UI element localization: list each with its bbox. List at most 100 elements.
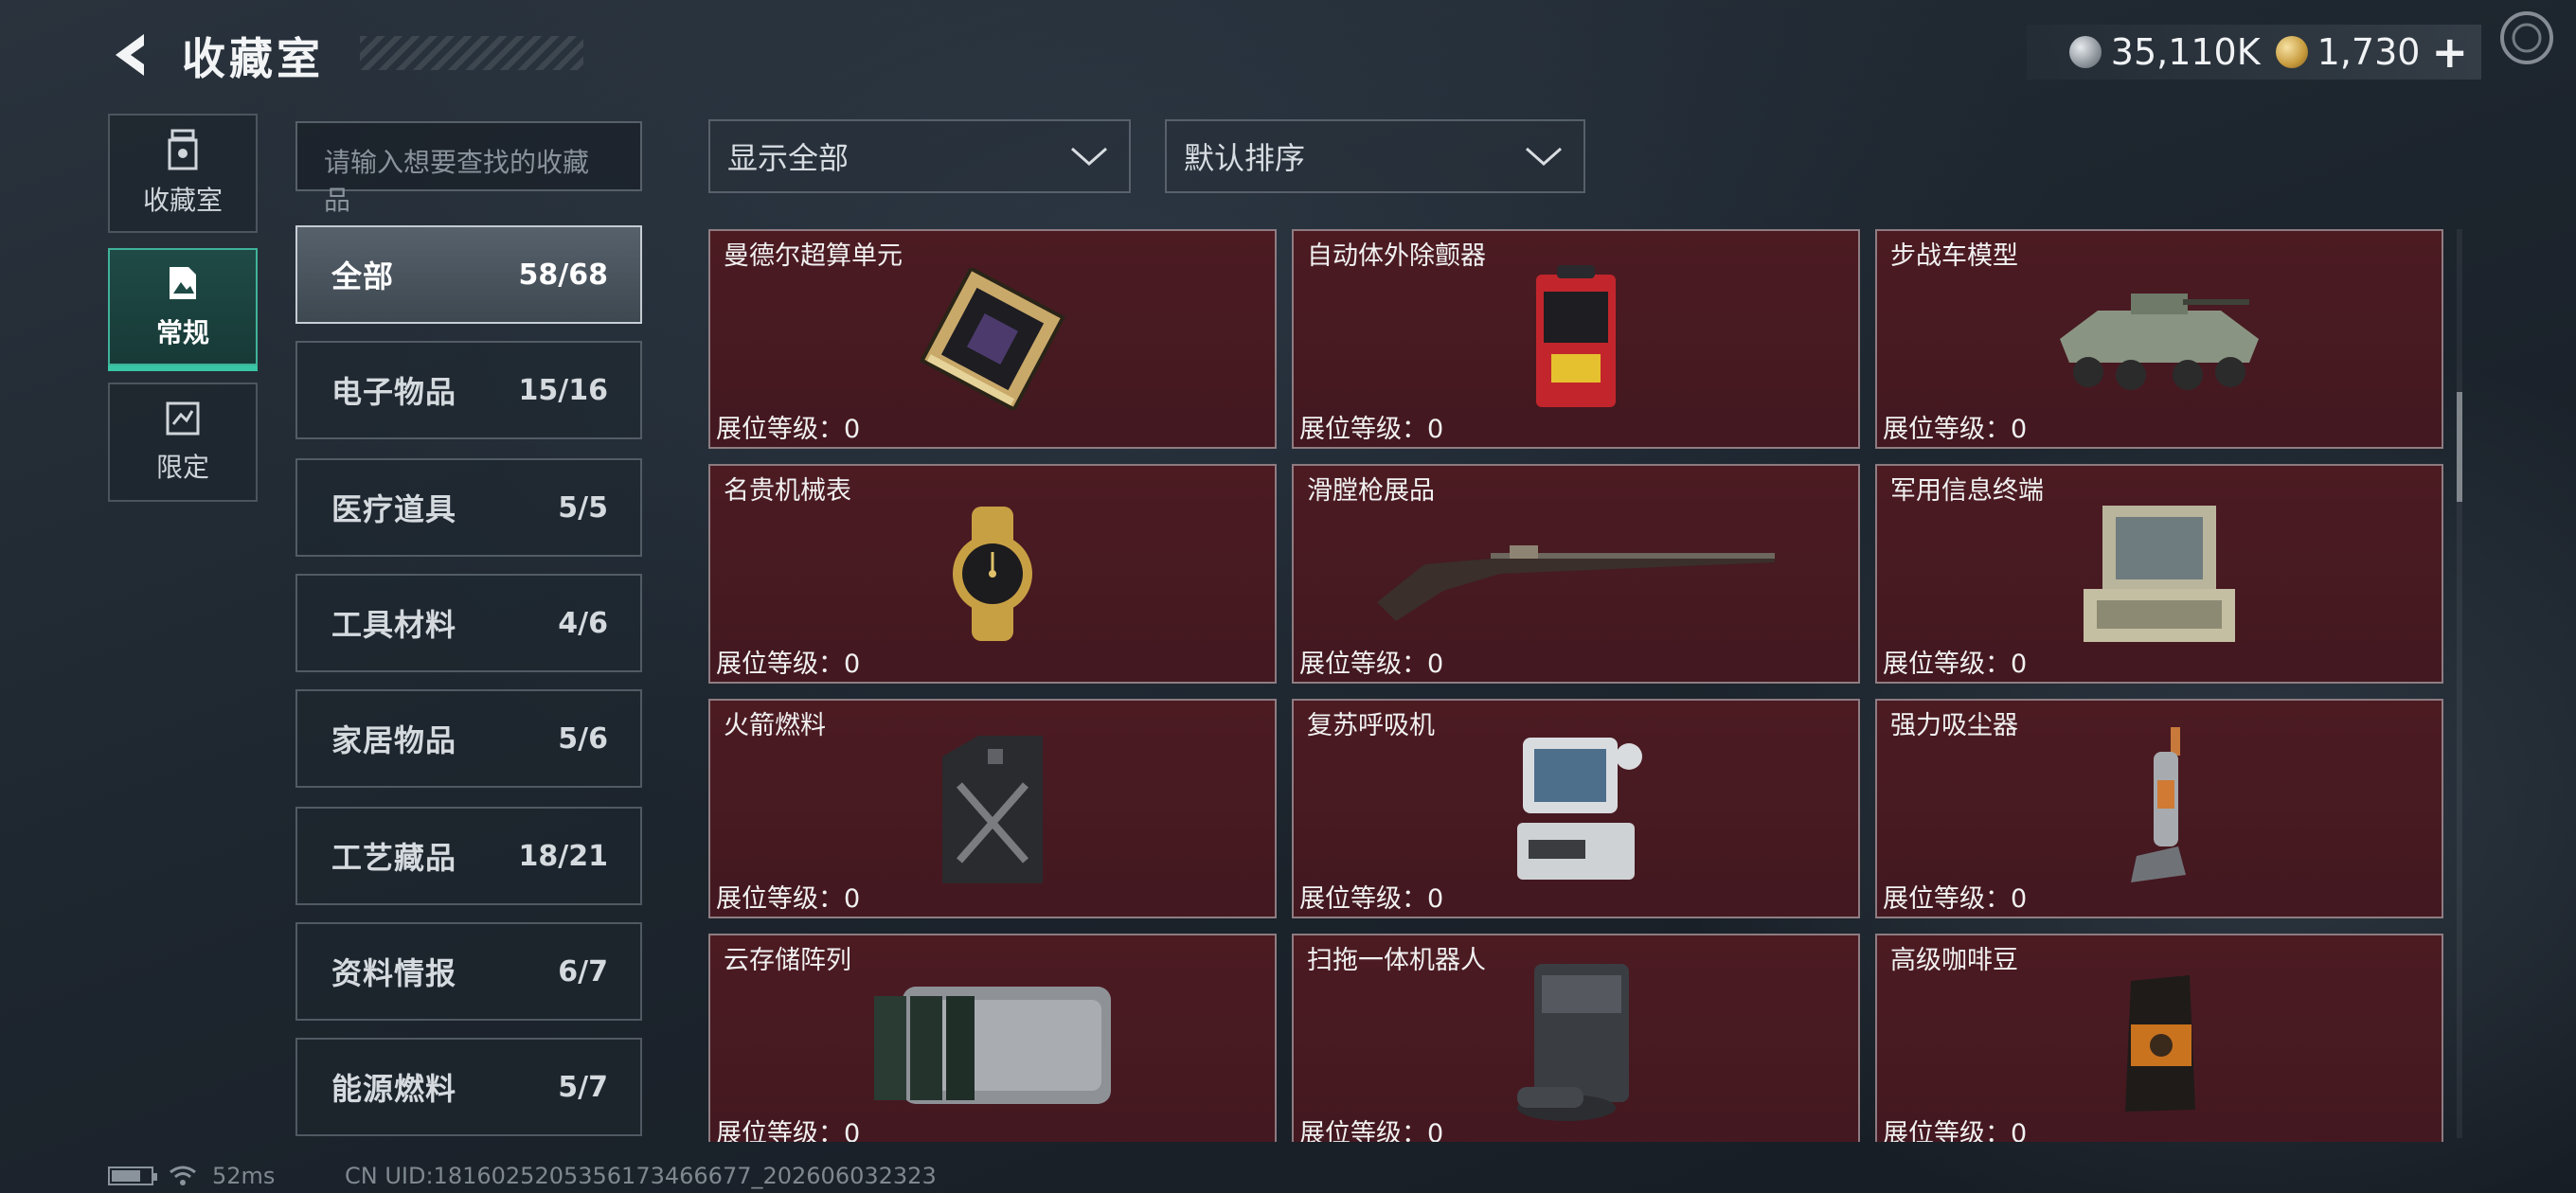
category-count: 5/7 bbox=[558, 1070, 608, 1104]
robot-mop-icon bbox=[1517, 964, 1629, 1121]
item-card-robot-mop[interactable]: 扫拖一体机器人 展位等级：0 bbox=[1292, 934, 1860, 1142]
category-label: 全部 bbox=[331, 258, 395, 294]
category-count: 5/5 bbox=[558, 490, 608, 525]
item-name: 扫拖一体机器人 bbox=[1307, 946, 1486, 975]
search-input[interactable]: 请输入想要查找的收藏品 bbox=[295, 121, 642, 216]
item-level-label: 展位等级： bbox=[1299, 650, 1427, 679]
category-label: 资料情报 bbox=[331, 955, 457, 991]
item-level-label: 展位等级： bbox=[1883, 415, 2011, 444]
silver-amount: 35,110K bbox=[2110, 31, 2261, 73]
item-level-value: 0 bbox=[1427, 415, 1444, 444]
item-level: 展位等级：0 bbox=[1883, 1113, 2027, 1142]
item-level-value: 0 bbox=[2011, 415, 2028, 444]
item-name: 军用信息终端 bbox=[1890, 476, 2044, 506]
item-level-value: 0 bbox=[844, 650, 861, 679]
item-name: 云存储阵列 bbox=[724, 946, 851, 975]
item-level-value: 0 bbox=[2011, 1119, 2028, 1142]
item-name: 火箭燃料 bbox=[724, 711, 826, 740]
category-household[interactable]: 家居物品 5/6 bbox=[295, 689, 642, 788]
item-grid: 曼德尔超算单元 展位等级：0 自动体外除颤器 展位等级：0 步战车模型 展位等级… bbox=[708, 229, 2443, 1142]
chevron-down-icon bbox=[1526, 147, 1562, 167]
add-currency-button[interactable]: + bbox=[2431, 27, 2468, 78]
item-level: 展位等级：0 bbox=[716, 1113, 860, 1142]
title-decoration bbox=[360, 36, 583, 70]
item-card-musket[interactable]: 滑膛枪展品 展位等级：0 bbox=[1292, 464, 1860, 684]
currency-silver: 35,110K bbox=[2068, 31, 2261, 73]
category-label: 电子物品 bbox=[331, 374, 457, 410]
musket-icon bbox=[1377, 545, 1775, 621]
settings-ring-icon[interactable] bbox=[2489, 4, 2565, 80]
item-level-label: 展位等级： bbox=[716, 1119, 844, 1142]
gold-coin-icon bbox=[2275, 36, 2308, 68]
item-name: 复苏呼吸机 bbox=[1307, 711, 1435, 740]
collection-room-icon bbox=[168, 129, 198, 170]
item-card-vacuum[interactable]: 强力吸尘器 展位等级：0 bbox=[1875, 699, 2443, 918]
item-level-value: 0 bbox=[2011, 884, 2028, 914]
category-tools[interactable]: 工具材料 4/6 bbox=[295, 574, 642, 672]
item-card-defibrillator[interactable]: 自动体外除颤器 展位等级：0 bbox=[1292, 229, 1860, 449]
user-uid: CN UID:1816025205356173466677_2026060323… bbox=[345, 1163, 937, 1189]
item-card-rocket-fuel[interactable]: 火箭燃料 展位等级：0 bbox=[708, 699, 1277, 918]
silver-coin-icon bbox=[2068, 36, 2102, 68]
item-name: 自动体外除颤器 bbox=[1307, 241, 1486, 271]
item-level-value: 0 bbox=[844, 415, 861, 444]
item-card-luxury-watch[interactable]: 名贵机械表 展位等级：0 bbox=[708, 464, 1277, 684]
military-terminal-icon bbox=[2084, 506, 2235, 642]
item-level: 展位等级：0 bbox=[1883, 643, 2027, 680]
category-count: 58/68 bbox=[518, 258, 608, 292]
item-level: 展位等级：0 bbox=[716, 878, 860, 915]
item-name: 滑膛枪展品 bbox=[1307, 476, 1435, 506]
ventilator-icon bbox=[1517, 738, 1642, 880]
item-level-label: 展位等级： bbox=[1883, 650, 2011, 679]
item-level-label: 展位等级： bbox=[1299, 884, 1427, 914]
item-level-value: 0 bbox=[1427, 884, 1444, 914]
item-card-coffee-beans[interactable]: 高级咖啡豆 展位等级：0 bbox=[1875, 934, 2443, 1142]
category-electronics[interactable]: 电子物品 15/16 bbox=[295, 341, 642, 439]
category-label: 工具材料 bbox=[331, 607, 457, 643]
item-level: 展位等级：0 bbox=[1299, 408, 1443, 445]
category-medical[interactable]: 医疗道具 5/5 bbox=[295, 458, 642, 557]
tab-regular-label: 常规 bbox=[155, 317, 209, 348]
item-level: 展位等级：0 bbox=[716, 408, 860, 445]
item-level-label: 展位等级： bbox=[716, 650, 844, 679]
item-card-ifv-model[interactable]: 步战车模型 展位等级：0 bbox=[1875, 229, 2443, 449]
category-count: 4/6 bbox=[558, 606, 608, 640]
display-filter-dropdown[interactable]: 显示全部 bbox=[708, 119, 1131, 193]
item-card-military-terminal[interactable]: 军用信息终端 展位等级：0 bbox=[1875, 464, 2443, 684]
tab-limited-label: 限定 bbox=[155, 452, 209, 483]
item-name: 步战车模型 bbox=[1890, 241, 2018, 271]
item-level-value: 0 bbox=[2011, 650, 2028, 679]
grid-scroll-thumb[interactable] bbox=[2457, 392, 2462, 502]
item-level-label: 展位等级： bbox=[1299, 1119, 1427, 1142]
category-all[interactable]: 全部 58/68 bbox=[295, 225, 642, 324]
category-label: 能源燃料 bbox=[331, 1071, 457, 1107]
sort-dropdown[interactable]: 默认排序 bbox=[1165, 119, 1585, 193]
tab-limited[interactable]: 限定 bbox=[108, 383, 258, 502]
category-count: 6/7 bbox=[558, 954, 608, 988]
category-crafts[interactable]: 工艺藏品 18/21 bbox=[295, 807, 642, 905]
chevron-down-icon bbox=[1071, 147, 1107, 167]
tab-collection-room[interactable]: 收藏室 bbox=[108, 114, 258, 233]
defibrillator-icon bbox=[1536, 265, 1616, 407]
ifv-model-icon bbox=[2060, 294, 2259, 390]
item-card-cloud-storage[interactable]: 云存储阵列 展位等级：0 bbox=[708, 934, 1277, 1142]
category-fuel[interactable]: 能源燃料 5/7 bbox=[295, 1038, 642, 1136]
item-card-supercomputer[interactable]: 曼德尔超算单元 展位等级：0 bbox=[708, 229, 1277, 449]
battery-icon bbox=[108, 1166, 157, 1185]
grid-scrollbar[interactable] bbox=[2457, 229, 2462, 1138]
vacuum-cleaner-icon bbox=[2131, 727, 2186, 882]
tab-collection-room-label: 收藏室 bbox=[142, 185, 223, 216]
back-arrow-icon[interactable] bbox=[106, 28, 155, 81]
item-level-label: 展位等级： bbox=[1883, 1119, 2011, 1142]
item-level: 展位等级：0 bbox=[1299, 878, 1443, 915]
item-level: 展位等级：0 bbox=[1299, 643, 1443, 680]
tab-regular[interactable]: 常规 bbox=[108, 248, 258, 371]
sort-value: 默认排序 bbox=[1184, 140, 1306, 176]
page-title: 收藏室 bbox=[182, 33, 324, 84]
item-level: 展位等级：0 bbox=[1299, 1113, 1443, 1142]
category-intel[interactable]: 资料情报 6/7 bbox=[295, 922, 642, 1021]
category-count: 18/21 bbox=[518, 839, 608, 873]
item-level-value: 0 bbox=[1427, 650, 1444, 679]
ping-value: 52ms bbox=[212, 1163, 276, 1189]
item-card-ventilator[interactable]: 复苏呼吸机 展位等级：0 bbox=[1292, 699, 1860, 918]
